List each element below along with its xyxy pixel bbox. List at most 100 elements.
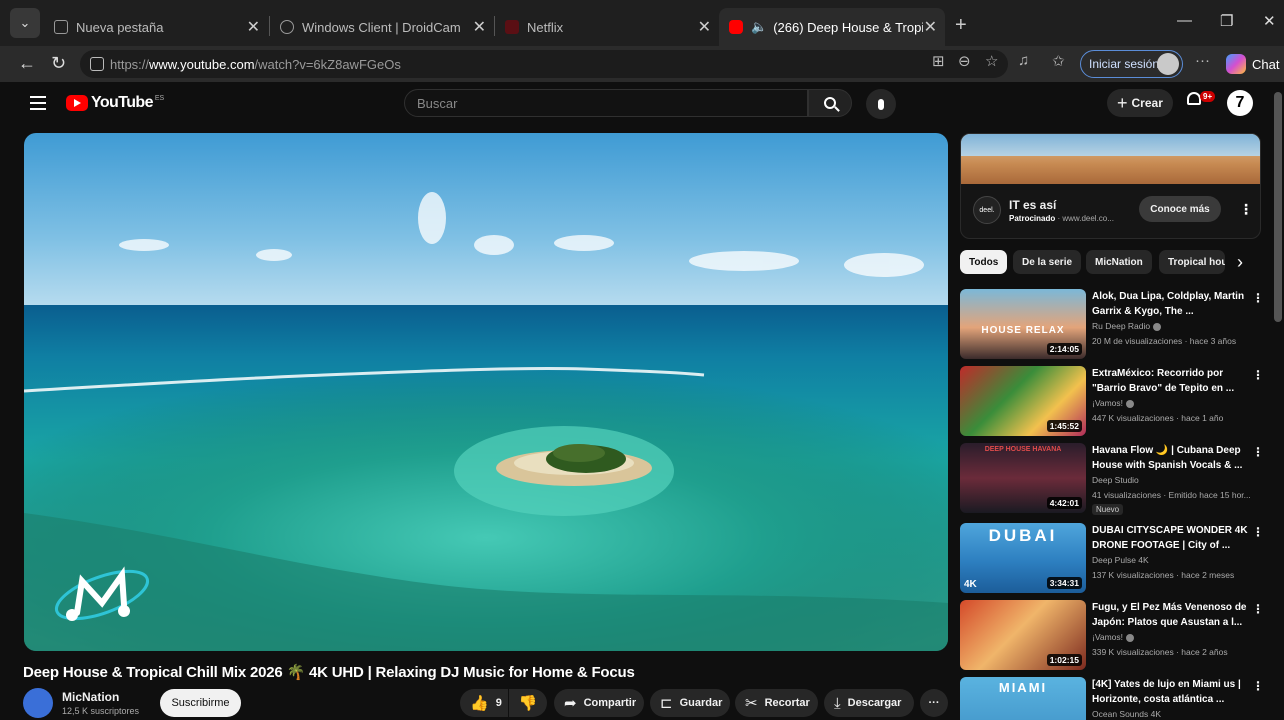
restore-window-icon[interactable]: ❐ — [1220, 12, 1233, 30]
channel-avatar[interactable] — [23, 688, 53, 718]
search-input[interactable]: Buscar — [404, 89, 808, 117]
video-player[interactable] — [24, 133, 948, 651]
recommendation-item[interactable]: HOUSE RELAX 2:14:05 Alok, Dua Lipa, Cold… — [960, 289, 1270, 361]
logo-text: YouTube — [91, 94, 153, 111]
new-tab-plus-icon[interactable]: + — [955, 14, 967, 37]
ad-more-vertical-icon[interactable]: ⋮ — [1239, 202, 1253, 216]
browser-tab-strip: ⌄ Nueva pestaña ✕ Windows Client | Droid… — [0, 0, 1284, 46]
share-button[interactable]: ➦ Compartir — [554, 689, 644, 717]
ad-cta-button[interactable]: Conoce más — [1139, 196, 1221, 222]
subscribe-button[interactable]: Suscribirme — [160, 689, 241, 717]
app-available-icon[interactable]: ⊞ — [932, 52, 945, 70]
signin-label: Iniciar sesión — [1089, 57, 1160, 71]
close-tab-icon[interactable]: ✕ — [924, 17, 937, 37]
browser-toolbar: ← ↻ https://www.youtube.com/watch?v=6kZ8… — [0, 46, 1284, 82]
video-thumbnail[interactable]: 1:45:52 — [960, 366, 1086, 436]
menu-hamburger-icon[interactable] — [30, 96, 46, 114]
copilot-chat-button[interactable]: Chat — [1226, 54, 1279, 74]
close-tab-icon[interactable]: ✕ — [698, 17, 711, 37]
video-thumbnail[interactable]: 1:02:15 — [960, 600, 1086, 670]
speaker-icon[interactable]: 🔈 — [751, 19, 767, 35]
chip-tropical-house[interactable]: Tropical house — [1159, 250, 1225, 274]
close-tab-icon[interactable]: ✕ — [473, 17, 486, 37]
more-vertical-icon[interactable]: ⋮ — [1252, 291, 1264, 305]
create-button[interactable]: + Crear — [1107, 89, 1173, 117]
reload-icon[interactable]: ↻ — [51, 53, 66, 74]
tab-actions-chevron-down-icon[interactable]: ⌄ — [10, 8, 40, 38]
recommendation-item[interactable]: DEEP HOUSE HAVANA 4:42:01 Havana Flow 🌙 … — [960, 443, 1270, 515]
recommendation-channel: ¡Vamos! — [1092, 398, 1135, 408]
save-button[interactable]: ⊏ Guardar — [650, 689, 730, 717]
new-tab-page-icon — [54, 20, 68, 34]
page-scrollbar[interactable] — [1274, 92, 1282, 322]
chevron-right-icon[interactable]: › — [1237, 252, 1243, 273]
more-vertical-icon[interactable]: ⋮ — [1252, 445, 1264, 459]
search-icon — [824, 97, 836, 109]
close-tab-icon[interactable]: ✕ — [247, 17, 260, 37]
back-arrow-icon[interactable]: ← — [18, 53, 36, 74]
mic-icon — [878, 98, 884, 110]
search-button[interactable] — [808, 89, 852, 117]
voice-search-button[interactable] — [866, 89, 896, 119]
more-actions-button[interactable]: ··· — [920, 689, 948, 717]
tab-nueva-pestana[interactable]: Nueva pestaña ✕ — [44, 8, 268, 46]
favorites-collection-icon[interactable]: ✩ — [1052, 52, 1065, 70]
favorite-star-icon[interactable]: ☆ — [985, 52, 998, 70]
clip-button[interactable]: ✂ Recortar — [735, 689, 818, 717]
download-button[interactable]: ⤓ Descargar — [824, 689, 914, 717]
tab-youtube-active[interactable]: 🔈 (266) Deep House & Tropical | ✕ — [719, 8, 945, 46]
sponsored-ad-card[interactable]: deel. IT es así Patrocinado · www.deel.c… — [960, 133, 1261, 239]
like-button[interactable]: 👍 9 — [460, 689, 508, 717]
more-vertical-icon[interactable]: ⋮ — [1252, 602, 1264, 616]
chip-micnation[interactable]: MicNation — [1086, 250, 1152, 274]
more-vertical-icon[interactable]: ⋮ — [1252, 679, 1264, 693]
lock-icon[interactable] — [90, 57, 104, 71]
youtube-play-icon — [66, 95, 88, 111]
recommendation-item[interactable]: MIAMI [4K] Yates de lujo en Miami us | H… — [960, 677, 1270, 720]
video-thumbnail[interactable]: MIAMI — [960, 677, 1086, 720]
thumbs-up-icon: 👍 — [470, 695, 489, 712]
thumbnail-text: MIAMI — [998, 680, 1048, 695]
new-badge: Nuevo — [1092, 504, 1124, 515]
video-thumbnail[interactable]: DEEP HOUSE HAVANA 4:42:01 — [960, 443, 1086, 513]
more-vertical-icon[interactable]: ⋮ — [1252, 525, 1264, 539]
zoom-icon[interactable]: ⊖ — [958, 52, 971, 70]
minimize-icon[interactable]: — — [1177, 12, 1192, 29]
profile-avatar-icon — [1157, 53, 1179, 75]
chip-todos[interactable]: Todos — [960, 250, 1008, 274]
video-thumbnail[interactable]: DUBAI 4K 3:34:31 — [960, 523, 1086, 593]
thumbnail-text: HOUSE RELAX — [981, 325, 1065, 336]
thumbs-down-icon: 👎 — [518, 695, 538, 712]
recommendation-meta: 339 K visualizaciones · hace 2 años — [1092, 647, 1228, 657]
youtube-favicon-icon — [729, 20, 743, 34]
recommendation-item[interactable]: DUBAI 4K 3:34:31 DUBAI CITYSCAPE WONDER … — [960, 523, 1270, 595]
url-text: https://www.youtube.com/watch?v=6kZ8awFG… — [110, 56, 401, 72]
address-bar[interactable]: https://www.youtube.com/watch?v=6kZ8awFG… — [80, 50, 1008, 78]
signin-button[interactable]: Iniciar sesión — [1080, 50, 1183, 78]
recommendation-item[interactable]: 1:45:52 ExtraMéxico: Recorrido por "Barr… — [960, 366, 1270, 438]
recommendation-title: ExtraMéxico: Recorrido por "Barrio Bravo… — [1092, 368, 1235, 394]
video-title: Deep House & Tropical Chill Mix 2026 🌴 4… — [23, 664, 635, 681]
video-thumbnail[interactable]: HOUSE RELAX 2:14:05 — [960, 289, 1086, 359]
ad-banner-image — [961, 134, 1260, 184]
more-horizontal-icon: ··· — [928, 697, 940, 709]
recommendation-item[interactable]: 1:02:15 Fugu, y El Pez Más Venenoso de J… — [960, 600, 1270, 672]
video-frame-aerial-island — [24, 133, 948, 651]
channel-name[interactable]: MicNation — [62, 690, 119, 704]
recommendation-title: DUBAI CITYSCAPE WONDER 4K DRONE FOOTAGE … — [1092, 525, 1248, 551]
more-vertical-icon[interactable]: ⋮ — [1252, 368, 1264, 382]
account-avatar[interactable]: 7 — [1227, 90, 1253, 116]
recommendation-channel: Ru Deep Radio — [1092, 321, 1162, 331]
youtube-logo[interactable]: YouTube ES — [66, 94, 164, 112]
tab-netflix[interactable]: Netflix ✕ — [495, 8, 719, 46]
dislike-button[interactable]: 👎 — [509, 689, 547, 717]
close-window-icon[interactable]: ✕ — [1263, 12, 1276, 30]
recommendation-meta: 447 K visualizaciones · hace 1 año — [1092, 413, 1224, 423]
extensions-icon[interactable]: ♫ — [1018, 52, 1029, 69]
chip-de-la-serie[interactable]: De la serie — [1013, 250, 1082, 274]
tab-title: Windows Client | DroidCam — [302, 19, 461, 35]
more-options-icon[interactable]: ··· — [1195, 52, 1210, 69]
tab-droidcam[interactable]: Windows Client | DroidCam ✕ — [270, 8, 494, 46]
recommendation-channel: Ocean Sounds 4K — [1092, 709, 1161, 719]
recommendation-title: Alok, Dua Lipa, Coldplay, Martin Garrix … — [1092, 291, 1245, 317]
